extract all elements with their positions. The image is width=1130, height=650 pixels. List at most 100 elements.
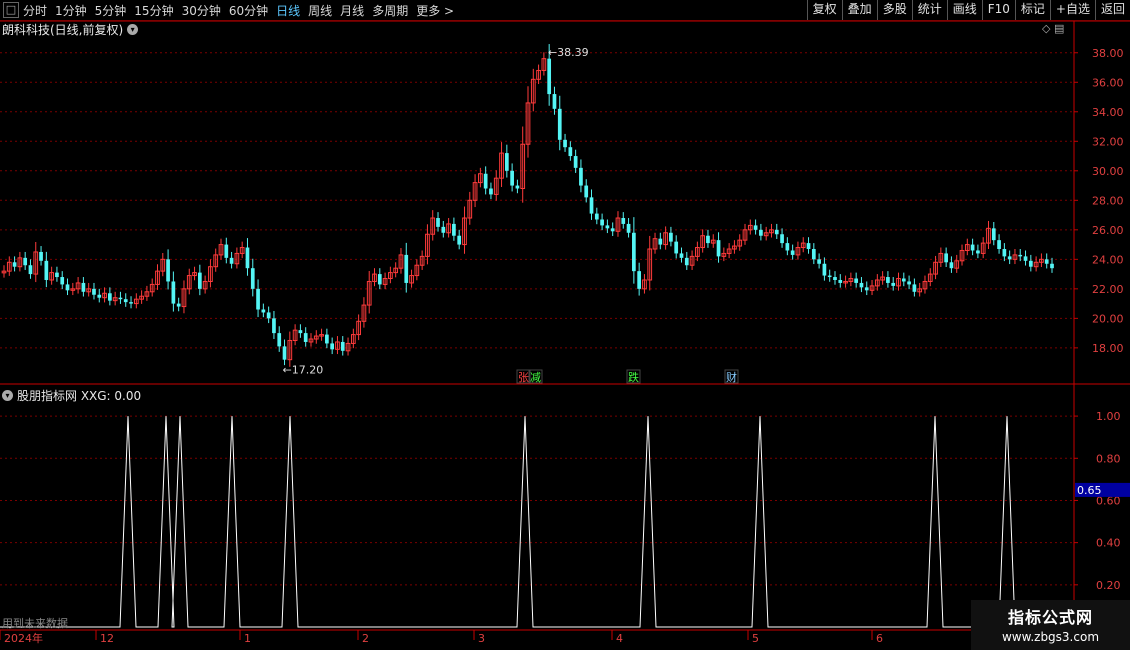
watermark-title: 指标公式网 xyxy=(1007,608,1093,627)
price-tick-label: 36.00 xyxy=(1092,76,1124,89)
candle-body-down xyxy=(1044,259,1049,264)
candle-body-down xyxy=(1002,249,1007,257)
time-tick-label: 6 xyxy=(876,632,883,645)
event-marker-label: 财 xyxy=(726,370,737,384)
candle-body-down xyxy=(637,271,642,289)
candle-body-down xyxy=(123,299,128,303)
candle-body-down xyxy=(44,260,49,280)
time-tick-label: 2 xyxy=(362,632,369,645)
price-tick-label: 38.00 xyxy=(1092,47,1124,60)
candle-body-down xyxy=(266,312,271,319)
candle-body-down xyxy=(510,170,514,186)
chevron-down-icon[interactable]: ▾ xyxy=(2,390,13,401)
candle-body-down xyxy=(12,262,17,267)
candle-body-down xyxy=(557,108,562,140)
candle-body-down xyxy=(563,139,567,148)
candle-body-down xyxy=(60,277,65,285)
candle-body-down xyxy=(129,302,133,304)
candle-body-down xyxy=(298,330,303,334)
candle-body-down xyxy=(250,268,255,289)
candle-body-down xyxy=(340,341,345,351)
watermark: 指标公式网 www.zbgs3.com xyxy=(971,600,1130,650)
time-tick-label: 4 xyxy=(616,632,623,645)
candle-body-down xyxy=(1007,256,1012,260)
future-data-note: 用到未来数据 xyxy=(2,617,68,630)
indicator-tick-label: 1.00 xyxy=(1096,410,1121,423)
xxg-signal-line xyxy=(0,416,1074,628)
candle-body-down xyxy=(780,234,784,244)
candle-body-down xyxy=(282,346,287,360)
candle-body-down xyxy=(822,263,827,276)
candle-body-down xyxy=(39,251,43,261)
candle-body-down xyxy=(684,257,689,266)
candle-body-down xyxy=(277,333,282,347)
candle-body-down xyxy=(811,249,816,260)
event-marker-label: 跌 xyxy=(628,370,639,384)
price-tick-label: 20.00 xyxy=(1092,312,1124,325)
price-tick-label: 34.00 xyxy=(1092,106,1124,119)
candle-body-down xyxy=(605,225,610,229)
price-tick-label: 32.00 xyxy=(1092,135,1124,148)
candle-body-down xyxy=(256,288,260,310)
candle-body-down xyxy=(261,309,266,313)
candle-body-down xyxy=(579,167,583,186)
candle-body-down xyxy=(626,223,631,233)
candle-body-down xyxy=(838,279,843,283)
candle-body-down xyxy=(166,259,170,282)
candle-body-down xyxy=(1050,263,1054,269)
time-tick-label: 5 xyxy=(752,632,759,645)
candle-body-down xyxy=(774,229,779,235)
candle-body-down xyxy=(176,303,181,307)
current-value-label: 0.65 xyxy=(1077,484,1102,497)
high-price-label: ←38.39 xyxy=(548,46,589,59)
candle-body-down xyxy=(706,235,710,244)
candle-body-down xyxy=(65,284,70,291)
candle-body-down xyxy=(23,257,28,266)
candle-body-down xyxy=(976,250,980,254)
event-marker-label: 减 xyxy=(530,371,541,384)
indicator-title: 股朋指标网 XXG: 0.00 xyxy=(17,389,142,403)
candle-body-down xyxy=(404,254,409,283)
candle-body-down xyxy=(632,232,636,272)
candle-body-down xyxy=(679,253,684,258)
candle-body-down xyxy=(547,58,552,95)
candle-body-down xyxy=(197,272,202,289)
candle-body-down xyxy=(457,235,462,245)
candle-body-down xyxy=(1023,256,1028,261)
candle-body-down xyxy=(790,250,795,255)
price-tick-label: 26.00 xyxy=(1092,224,1124,237)
candle-body-down xyxy=(515,185,520,189)
candle-body-down xyxy=(584,185,589,198)
candle-body-down xyxy=(436,218,440,227)
price-tick-label: 24.00 xyxy=(1092,253,1124,266)
candle-body-down xyxy=(330,343,335,350)
candle-body-down xyxy=(552,94,557,109)
candle-body-down xyxy=(817,259,821,264)
candle-body-down xyxy=(901,278,906,282)
candle-body-down xyxy=(118,297,123,300)
candle-body-down xyxy=(600,219,604,226)
candle-body-down xyxy=(171,281,176,304)
indicator-tick-label: 0.40 xyxy=(1096,537,1121,550)
time-tick-label: 3 xyxy=(478,632,485,645)
candle-body-down xyxy=(224,244,229,258)
candle-body-down xyxy=(806,243,811,250)
candle-body-down xyxy=(489,188,493,195)
candle-body-down xyxy=(325,334,329,344)
candle-body-down xyxy=(55,272,59,278)
price-tick-label: 30.00 xyxy=(1092,165,1124,178)
candle-body-down xyxy=(594,213,599,220)
candle-body-down xyxy=(97,294,102,298)
candle-body-down xyxy=(28,265,33,275)
candle-body-down xyxy=(1028,260,1033,267)
candle-body-down xyxy=(997,240,1001,250)
candle-body-down xyxy=(589,197,594,214)
price-tick-label: 28.00 xyxy=(1092,194,1124,207)
candle-body-down xyxy=(452,223,456,236)
candle-body-down xyxy=(610,228,615,232)
candle-body-down xyxy=(229,257,234,264)
candle-body-down xyxy=(658,238,663,245)
time-tick-label: 12 xyxy=(100,632,114,645)
candle-body-down xyxy=(441,226,446,233)
candle-body-down xyxy=(833,277,837,280)
